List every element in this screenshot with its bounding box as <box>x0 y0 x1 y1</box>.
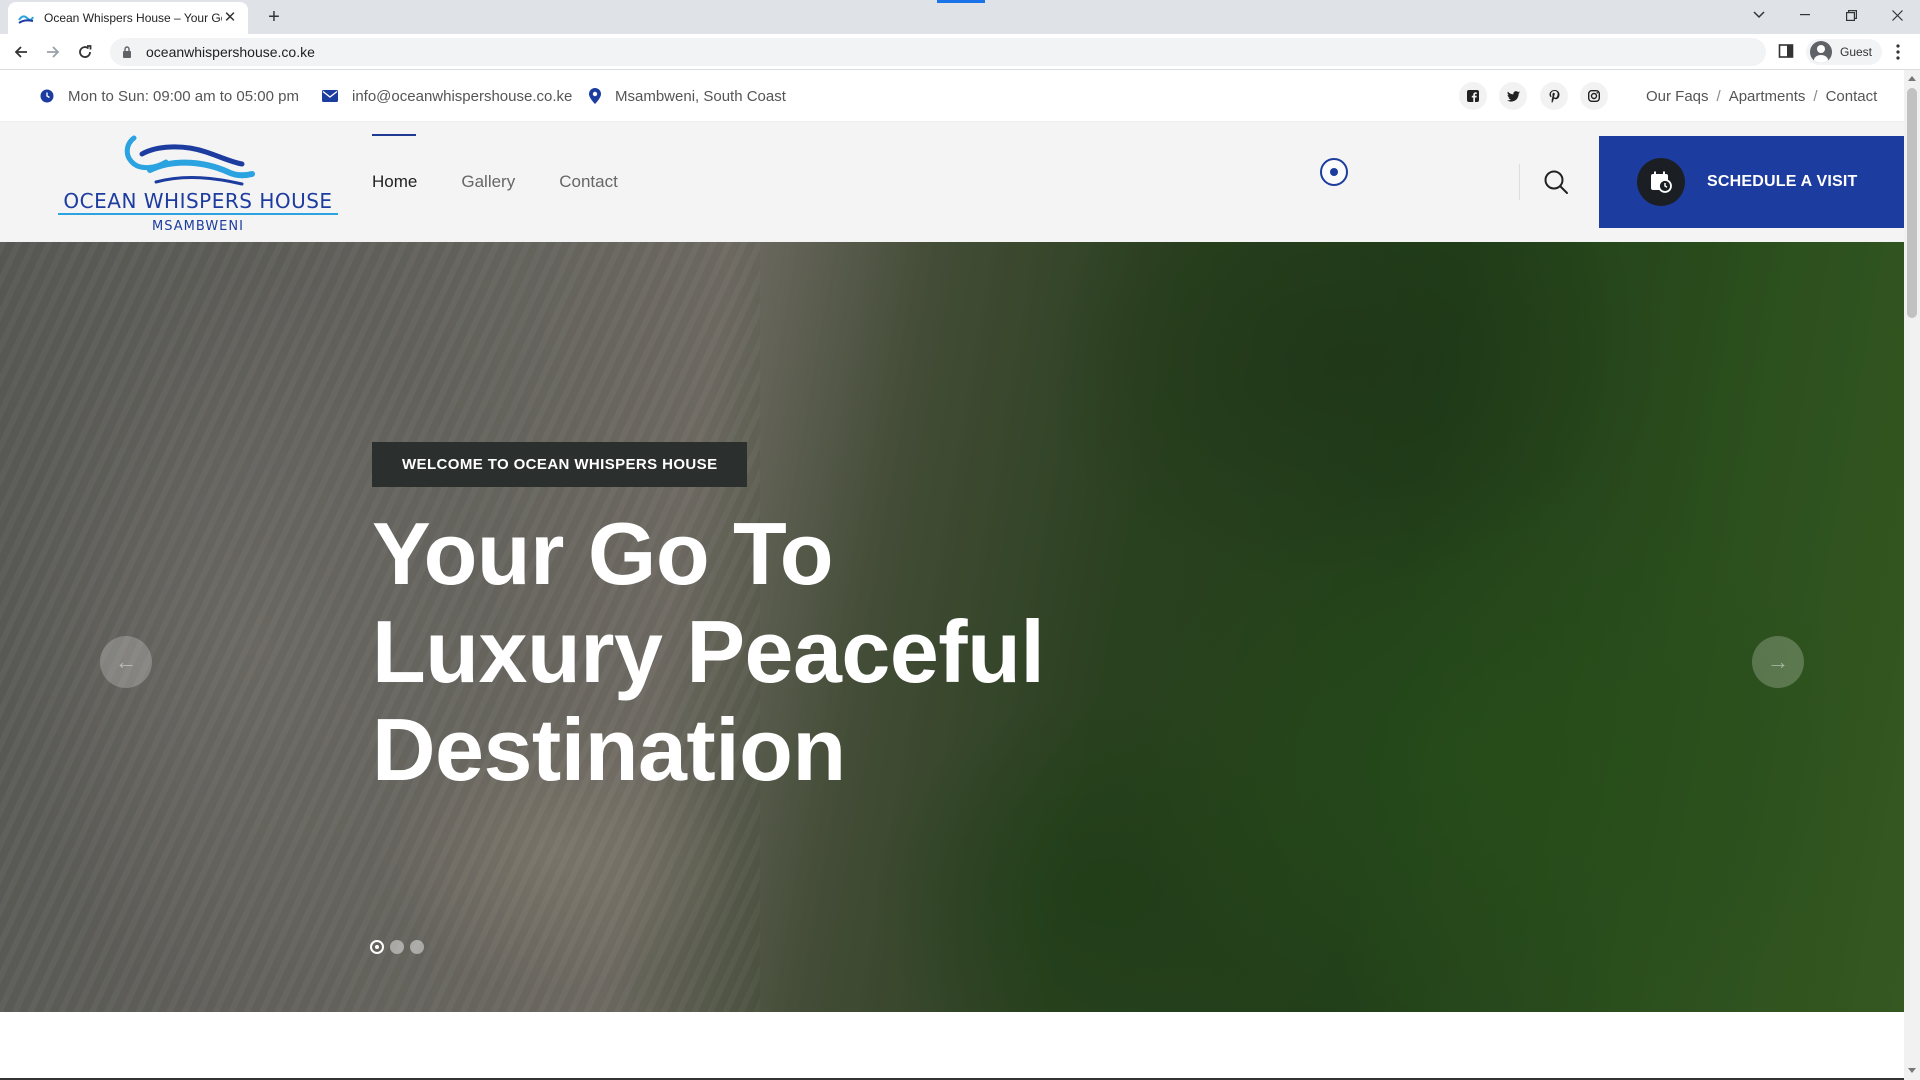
new-tab-button[interactable]: + <box>260 4 288 30</box>
restore-icon[interactable] <box>1828 0 1874 30</box>
prev-slide-arrow-icon[interactable]: ← <box>100 636 152 688</box>
top-info-bar: Mon to Sun: 09:00 am to 05:00 pm info@oc… <box>0 70 1904 122</box>
forward-icon[interactable] <box>40 39 66 65</box>
schedule-visit-button[interactable]: SCHEDULE A VISIT <box>1599 136 1904 228</box>
nav-item-gallery[interactable]: Gallery <box>461 122 515 242</box>
back-icon[interactable] <box>8 39 34 65</box>
scroll-down-icon[interactable] <box>1908 1068 1916 1073</box>
header-divider <box>1519 164 1520 200</box>
logo-title: OCEAN WHISPERS HOUSE <box>63 189 332 213</box>
twitter-icon[interactable] <box>1499 82 1527 110</box>
web-page: Mon to Sun: 09:00 am to 05:00 pm info@oc… <box>0 70 1904 1080</box>
tab-title: Ocean Whispers House – Your Go To <box>44 11 222 25</box>
faqs-link[interactable]: Our Faqs <box>1646 88 1709 105</box>
profile-label: Guest <box>1840 45 1873 59</box>
slider-dot[interactable] <box>370 940 384 954</box>
hero-eyebrow: WELCOME TO OCEAN WHISPERS HOUSE <box>372 442 748 487</box>
link-separator: / <box>1813 87 1818 105</box>
browser-toolbar: oceanwhispershouse.co.ke Guest <box>0 34 1920 70</box>
avatar-icon <box>1810 41 1832 63</box>
slider-dot[interactable] <box>390 940 404 954</box>
hours-info: Mon to Sun: 09:00 am to 05:00 pm <box>40 70 299 122</box>
page-scrollbar[interactable] <box>1904 70 1920 1080</box>
schedule-visit-label: SCHEDULE A VISIT <box>1707 173 1858 190</box>
link-separator: / <box>1716 87 1721 105</box>
profile-button[interactable]: Guest <box>1806 39 1883 65</box>
clock-icon <box>40 89 54 103</box>
headline-line: Your Go To <box>372 504 834 603</box>
hero-headline: Your Go To Luxury Peaceful Destination <box>372 504 1045 799</box>
search-icon[interactable] <box>1540 166 1572 198</box>
logo-subtitle: MSAMBWENI <box>152 219 244 234</box>
map-pin-icon <box>589 88 601 104</box>
email-info[interactable]: info@oceanwhispershouse.co.ke <box>322 70 572 122</box>
hero-content: WELCOME TO OCEAN WHISPERS HOUSE Your Go … <box>372 442 1045 799</box>
tab-search-icon[interactable] <box>1736 0 1782 30</box>
location-info: Msambweni, South Coast <box>589 70 786 122</box>
scroll-up-icon[interactable] <box>1908 76 1916 81</box>
lock-icon <box>122 46 136 58</box>
hero-slider: WELCOME TO OCEAN WHISPERS HOUSE Your Go … <box>0 242 1904 1012</box>
calendar-clock-icon <box>1637 158 1685 206</box>
headline-line: Luxury Peaceful <box>372 602 1045 701</box>
instagram-icon[interactable] <box>1580 82 1608 110</box>
slider-dot[interactable] <box>410 940 424 954</box>
contact-top-link[interactable]: Contact <box>1826 88 1878 105</box>
hours-text: Mon to Sun: 09:00 am to 05:00 pm <box>68 87 299 105</box>
close-window-icon[interactable] <box>1874 0 1920 30</box>
minimize-icon[interactable] <box>1782 0 1828 30</box>
side-panel-icon[interactable] <box>1778 43 1796 61</box>
browser-menu-icon[interactable] <box>1888 42 1908 62</box>
apartments-link[interactable]: Apartments <box>1729 88 1806 105</box>
cursor-indicator <box>1320 158 1348 186</box>
headline-line: Destination <box>372 700 846 799</box>
location-text: Msambweni, South Coast <box>615 87 786 105</box>
email-text: info@oceanwhispershouse.co.ke <box>352 87 573 105</box>
tab-indicator <box>937 0 985 3</box>
tab-close-icon[interactable]: ✕ <box>222 10 238 26</box>
nav-item-home[interactable]: Home <box>372 122 417 242</box>
site-logo[interactable]: OCEAN WHISPERS HOUSE MSAMBWENI <box>56 132 340 236</box>
nav-item-contact[interactable]: Contact <box>559 122 618 242</box>
url-text: oceanwhispershouse.co.ke <box>146 44 315 60</box>
site-favicon-icon <box>18 10 34 26</box>
slider-pagination <box>370 940 430 954</box>
envelope-icon <box>322 90 338 102</box>
reload-icon[interactable] <box>72 39 98 65</box>
pinterest-icon[interactable] <box>1540 82 1568 110</box>
facebook-icon[interactable] <box>1459 82 1487 110</box>
site-header: OCEAN WHISPERS HOUSE MSAMBWENI Home Gall… <box>0 122 1904 242</box>
top-links: Our Faqs / Apartments / Contact <box>1646 70 1877 122</box>
browser-tab[interactable]: Ocean Whispers House – Your Go To ✕ <box>8 2 248 34</box>
address-bar[interactable]: oceanwhispershouse.co.ke <box>110 38 1766 66</box>
main-nav: Home Gallery Contact <box>372 122 662 242</box>
scrollbar-thumb[interactable] <box>1907 88 1917 318</box>
browser-tab-strip: Ocean Whispers House – Your Go To ✕ + <box>0 0 1920 34</box>
next-slide-arrow-icon[interactable]: → <box>1752 636 1804 688</box>
